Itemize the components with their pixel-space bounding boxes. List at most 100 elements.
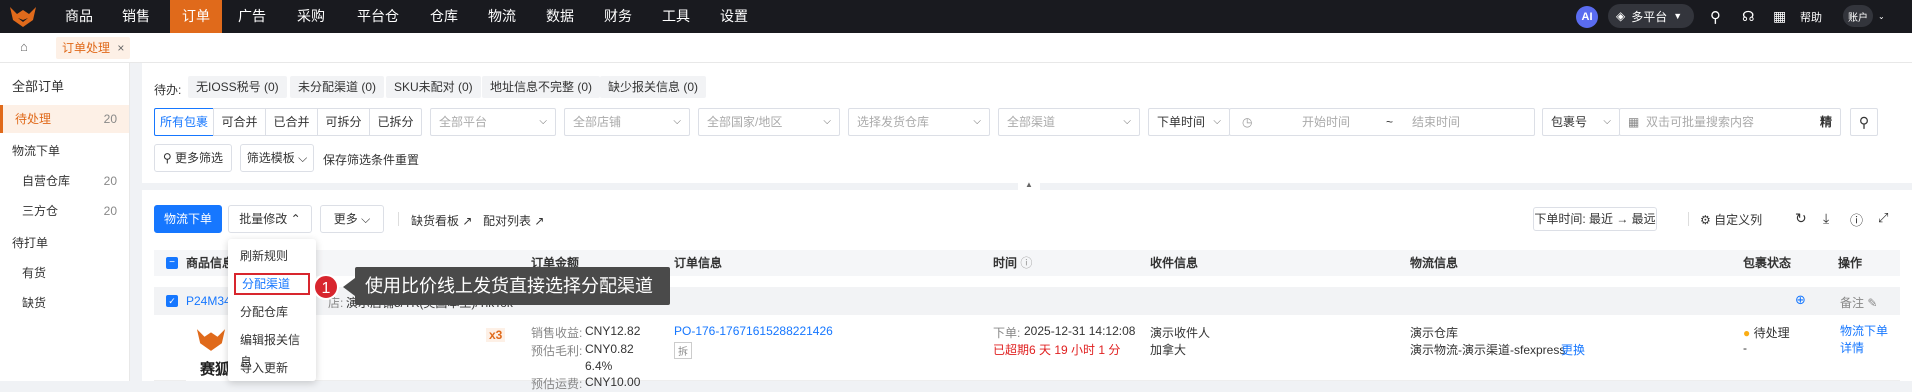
select-all-checkbox[interactable]: −: [166, 257, 178, 269]
more-button[interactable]: 更多 ⌵: [320, 205, 384, 233]
home-icon[interactable]: ⌂: [20, 39, 28, 54]
channel-select[interactable]: 全部渠道 ⌵: [998, 108, 1140, 136]
sidebar-item-out-of-stock[interactable]: 缺货: [0, 289, 129, 317]
country-select-value: 全部国家/地区: [707, 115, 783, 129]
order-id[interactable]: P24M34: [186, 294, 231, 308]
row-logistics-order-link[interactable]: 物流下单: [1840, 322, 1888, 339]
tab-order-processing[interactable]: 订单处理 ×: [56, 37, 131, 59]
nav-item-data[interactable]: 数据: [536, 0, 584, 33]
nav-item-orders[interactable]: 订单: [170, 0, 222, 33]
store-select[interactable]: 全部店铺 ⌵: [564, 108, 690, 136]
nav-item-purchase[interactable]: 采购: [287, 0, 335, 33]
stockout-board-link[interactable]: 缺货看板 ↗: [411, 212, 472, 229]
chevron-down-icon[interactable]: ⌄: [1878, 0, 1885, 33]
shipping-est-value: CNY10.00: [585, 375, 641, 389]
sidebar-item-3pl[interactable]: 三方仓 20: [0, 197, 129, 225]
todo-chip-no-ioss[interactable]: 无IOSS税号 (0): [188, 76, 287, 98]
sidebar-item-to-print[interactable]: 待打单: [0, 229, 129, 257]
sidebar-item-all-orders[interactable]: 全部订单: [0, 73, 129, 101]
date-range-picker[interactable]: ◷ 开始时间 ~ 结束时间: [1229, 108, 1535, 136]
nav-item-finance[interactable]: 财务: [594, 0, 642, 33]
time-type-select[interactable]: 下单时间 ⌵: [1148, 108, 1230, 136]
nav-item-logistics[interactable]: 物流: [478, 0, 526, 33]
pairing-list-link[interactable]: 配对列表 ↗: [483, 212, 544, 229]
chevron-down-icon: ⌵: [973, 116, 981, 127]
help-circle-icon[interactable]: ⓘ: [1850, 210, 1863, 229]
gear-icon: ⚙: [1700, 213, 1715, 227]
platform-select-value: 全部平台: [439, 115, 488, 129]
collapse-caret-icon[interactable]: ▲: [1018, 180, 1040, 190]
fox-logo-icon[interactable]: [8, 5, 38, 29]
download-icon[interactable]: ⤓: [1823, 210, 1829, 227]
fullscreen-icon[interactable]: ⤢: [1878, 210, 1888, 226]
nav-item-products[interactable]: 商品: [55, 0, 103, 33]
row-checkbox[interactable]: ✓: [166, 295, 178, 307]
platform-select[interactable]: 全部平台 ⌵: [430, 108, 556, 136]
nav-item-settings[interactable]: 设置: [710, 0, 758, 33]
sidebar-item-pending[interactable]: 待处理 20: [0, 105, 129, 133]
shipping-est-label: 预估运费:: [531, 377, 583, 391]
platform-switch[interactable]: ◈ 多平台 ▼: [1608, 4, 1694, 28]
save-filter-link[interactable]: 保存筛选条件: [323, 151, 395, 168]
filter-template-label: 筛选模板: [246, 151, 295, 165]
nav-item-warehouse[interactable]: 仓库: [420, 0, 468, 33]
sort-value: 最近 → 最远: [1589, 212, 1656, 226]
search-icon[interactable]: ⚲: [1850, 108, 1878, 136]
sales-value: CNY12.82: [585, 324, 641, 338]
custom-columns-button[interactable]: ⚙ 自定义列: [1700, 211, 1762, 228]
logistics-warehouse: 演示仓库: [1410, 326, 1459, 340]
refresh-icon[interactable]: ↻: [1795, 210, 1807, 227]
warehouse-select[interactable]: 选择发货仓库 ⌵: [848, 108, 990, 136]
external-link-icon: ↗: [534, 214, 545, 228]
filter-template-select[interactable]: 筛选模板 ⌵: [240, 144, 314, 172]
menu-item-assign-channel[interactable]: 分配渠道: [234, 273, 310, 295]
menu-item-refresh-rules[interactable]: 刷新规则: [234, 245, 310, 267]
ai-button[interactable]: AI: [1576, 0, 1598, 33]
nav-item-sales[interactable]: 销售: [112, 0, 160, 33]
sidebar-item-label: 全部订单: [12, 79, 65, 94]
ai-icon: AI: [1576, 5, 1598, 28]
step-number-badge: 1: [313, 274, 339, 300]
close-icon[interactable]: ×: [117, 41, 124, 55]
status-tab-splittable[interactable]: 可拆分: [317, 108, 370, 136]
add-circle-icon[interactable]: ⊕: [1795, 292, 1806, 308]
nav-item-tools[interactable]: 工具: [652, 0, 700, 33]
todo-chip-address-incomplete[interactable]: 地址信息不完整 (0): [482, 76, 601, 98]
row-detail-link[interactable]: 详情: [1840, 339, 1864, 356]
nav-item-platform-warehouse[interactable]: 平台仓: [348, 0, 408, 33]
note-button[interactable]: 备注 ✎: [1840, 294, 1877, 311]
sidebar-item-count: 20: [103, 112, 117, 126]
search-input[interactable]: ▦ 双击可批量搜索内容 精: [1619, 108, 1841, 136]
logistics-order-button[interactable]: 物流下单: [154, 205, 222, 233]
status-tab-mergeable[interactable]: 可合并: [213, 108, 266, 136]
po-number-link[interactable]: PO-176-17671615288221426: [674, 324, 833, 338]
exact-match-toggle[interactable]: 精: [1820, 109, 1832, 135]
sort-order-button[interactable]: 下单时间: 最近 → 最远: [1533, 207, 1657, 231]
more-filters-button[interactable]: ⚲ 更多筛选: [154, 144, 232, 172]
search-icon[interactable]: ⚲: [1710, 0, 1721, 33]
nav-item-ads[interactable]: 广告: [228, 0, 276, 33]
sidebar-item-in-stock[interactable]: 有货: [0, 259, 129, 287]
help-link[interactable]: 帮助: [1800, 0, 1822, 33]
todo-chip-no-channel[interactable]: 未分配渠道 (0): [290, 76, 385, 98]
sidebar-item-own-warehouse[interactable]: 自营仓库 20: [0, 167, 129, 195]
headset-icon[interactable]: ☊: [1742, 0, 1754, 33]
tab-label: 订单处理: [62, 41, 111, 55]
status-tab-merged[interactable]: 已合并: [265, 108, 318, 136]
status-tab-split[interactable]: 已拆分: [369, 108, 422, 136]
change-channel-link[interactable]: 更换: [1561, 341, 1585, 358]
menu-item-import-update[interactable]: 导入更新: [234, 357, 310, 379]
header-product-info: 商品信息: [186, 256, 235, 270]
batch-edit-button[interactable]: 批量修改 ⌃: [228, 205, 312, 233]
status-tab-all[interactable]: 所有包裹: [154, 108, 214, 136]
account-avatar[interactable]: 账户: [1843, 5, 1873, 27]
reset-link[interactable]: 重置: [395, 151, 419, 168]
apps-grid-icon[interactable]: ▦: [1773, 0, 1786, 33]
country-select[interactable]: 全部国家/地区 ⌵: [698, 108, 840, 136]
menu-item-assign-warehouse[interactable]: 分配仓库: [234, 301, 310, 323]
todo-chip-sku-unpaired[interactable]: SKU未配对 (0): [386, 76, 481, 98]
sidebar-item-logistics-order[interactable]: 物流下单: [0, 137, 129, 165]
menu-item-edit-customs[interactable]: 编辑报关信息: [234, 329, 310, 369]
package-no-select[interactable]: 包裹号 ⌵: [1542, 108, 1620, 136]
todo-chip-no-customs[interactable]: 缺少报关信息 (0): [600, 76, 707, 98]
